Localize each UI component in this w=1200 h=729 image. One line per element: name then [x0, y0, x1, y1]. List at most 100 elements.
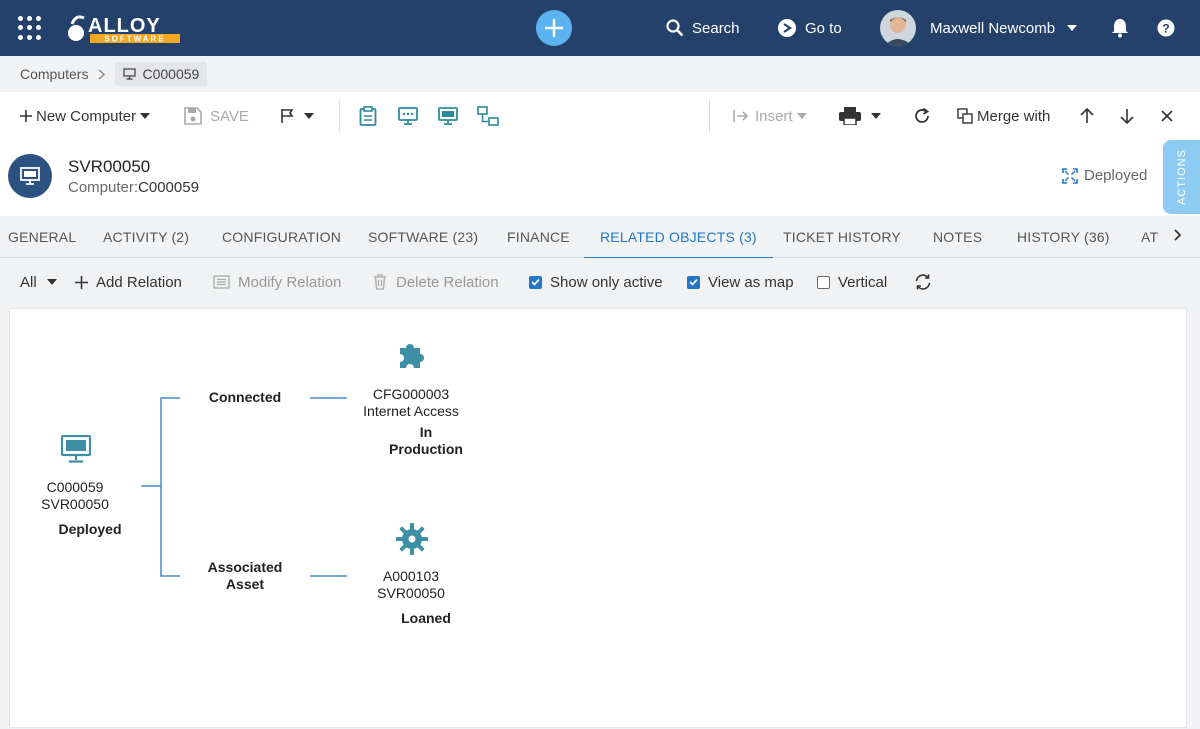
- tab-related-objects[interactable]: RELATED OBJECTS (3): [584, 216, 773, 259]
- record-title: SVR00050: [68, 157, 151, 176]
- modify-relation-label: Modify Relation: [238, 273, 342, 291]
- new-computer-button[interactable]: New Computer: [20, 92, 151, 140]
- logo-subtext: SOFTWARE: [104, 35, 165, 44]
- refresh-button[interactable]: [913, 92, 931, 140]
- record-type-label: Computer:: [68, 179, 139, 196]
- caret-down-icon: [304, 113, 314, 119]
- reload-map-button[interactable]: [914, 258, 932, 306]
- relation-type-line: Asset: [225, 576, 265, 592]
- alloy-logo[interactable]: ALLOY SOFTWARE: [66, 12, 182, 44]
- bell-icon: [1112, 19, 1128, 38]
- record-type-icon: [8, 154, 52, 198]
- relation-map-connectors: [141, 397, 347, 577]
- root-node-status: Deployed: [58, 521, 122, 537]
- show-only-active-label: Show only active: [550, 273, 663, 291]
- relation-type-line: Connected: [208, 389, 282, 405]
- quick-add-button[interactable]: [536, 10, 572, 46]
- asset-status: Loaned: [376, 610, 476, 627]
- new-computer-label: New Computer: [36, 107, 137, 125]
- clipboard-button[interactable]: [359, 92, 377, 140]
- relation-type-associated-asset: Associated Asset: [185, 559, 305, 593]
- filter-dropdown[interactable]: All: [20, 258, 57, 306]
- save-label: SAVE: [210, 107, 249, 125]
- goto-button[interactable]: Go to: [777, 0, 842, 56]
- modify-relation-button[interactable]: Modify Relation: [213, 258, 341, 306]
- record-toolbar: New Computer SAVE Insert Merge with: [0, 92, 1200, 140]
- show-only-active-checkbox[interactable]: Show only active: [529, 258, 663, 306]
- next-record-button[interactable]: [1120, 92, 1134, 140]
- search-button[interactable]: Search: [666, 0, 740, 56]
- insert-label: Insert: [755, 107, 793, 125]
- config-item-node-icon[interactable]: [396, 340, 426, 372]
- monitor-icon: [438, 107, 458, 125]
- insert-icon: [733, 110, 749, 122]
- tab-ticket-history[interactable]: TICKET HISTORY: [783, 216, 901, 258]
- close-button[interactable]: [1161, 92, 1173, 140]
- breadcrumb-root[interactable]: Computers: [20, 66, 88, 82]
- relation-map: C000059 SVR00050 Deployed Connected CFG0…: [9, 308, 1187, 728]
- asset-node-icon[interactable]: [395, 522, 429, 556]
- asset-node-label[interactable]: A000103 SVR00050: [356, 568, 466, 602]
- tab-configuration[interactable]: CONFIGURATION: [222, 216, 341, 258]
- merge-with-button[interactable]: Merge with: [957, 92, 1050, 140]
- add-relation-label: Add Relation: [96, 273, 182, 291]
- print-button[interactable]: [839, 92, 881, 140]
- remote-desktop-button[interactable]: [398, 92, 418, 140]
- relations-toolbar: All Add Relation Modify Relation Delete …: [0, 258, 1200, 306]
- flag-icon: [281, 109, 294, 123]
- list-icon: [213, 275, 230, 289]
- delete-relation-label: Delete Relation: [396, 273, 499, 291]
- tab-general[interactable]: GENERAL: [8, 216, 76, 258]
- monitor-button[interactable]: [438, 92, 458, 140]
- save-icon: [184, 107, 202, 125]
- status-label: Deployed: [1084, 167, 1148, 184]
- status-badge[interactable]: Deployed: [1062, 167, 1147, 184]
- vertical-checkbox[interactable]: Vertical: [817, 258, 887, 306]
- previous-record-button[interactable]: [1080, 92, 1094, 140]
- config-item-status-line: Production: [389, 441, 463, 457]
- save-button[interactable]: SAVE: [184, 92, 249, 140]
- delete-relation-button[interactable]: Delete Relation: [373, 258, 499, 306]
- config-item-name: Internet Access: [363, 403, 459, 419]
- merge-icon: [957, 108, 973, 124]
- sync-icon: [915, 274, 931, 290]
- notifications-button[interactable]: [1111, 0, 1137, 56]
- root-node-label[interactable]: C000059 SVR00050: [25, 479, 125, 513]
- breadcrumb-current-label: C000059: [142, 66, 200, 82]
- computer-icon: [123, 68, 137, 80]
- caret-down-icon: [796, 113, 807, 119]
- asset-status-line: Loaned: [401, 610, 451, 626]
- goto-label: Go to: [805, 19, 842, 37]
- tab-attachments[interactable]: AT: [1141, 216, 1158, 258]
- config-item-node-label[interactable]: CFG000003 Internet Access: [346, 386, 476, 420]
- checkbox-unchecked-icon: [817, 275, 830, 289]
- arrow-up-icon: [1080, 108, 1094, 123]
- help-button[interactable]: ?: [1157, 0, 1183, 56]
- apps-grid-icon[interactable]: [18, 16, 42, 40]
- tabs-scroll-right-icon[interactable]: [1172, 229, 1182, 241]
- flag-menu-button[interactable]: [280, 92, 314, 140]
- tab-finance[interactable]: FINANCE: [507, 216, 570, 258]
- refresh-icon: [915, 107, 930, 123]
- toolbar-divider: [339, 100, 340, 132]
- insert-button[interactable]: Insert: [733, 92, 807, 140]
- tab-software[interactable]: SOFTWARE (23): [368, 216, 478, 258]
- network-button[interactable]: [477, 92, 499, 140]
- asset-id: A000103: [382, 568, 440, 584]
- view-as-map-checkbox[interactable]: View as map: [687, 258, 794, 306]
- tab-activity[interactable]: ACTIVITY (2): [103, 216, 189, 258]
- root-node-icon[interactable]: [61, 435, 91, 463]
- view-as-map-label: View as map: [708, 273, 794, 291]
- tab-history[interactable]: HISTORY (36): [1017, 216, 1110, 258]
- puzzle-piece-icon: [400, 344, 424, 368]
- help-icon: ?: [1157, 19, 1175, 37]
- svg-text:?: ?: [1162, 22, 1169, 36]
- arrow-down-icon: [1120, 109, 1134, 124]
- actions-panel-tab[interactable]: ACTIONS: [1163, 140, 1200, 214]
- breadcrumb-current[interactable]: C000059: [115, 62, 208, 86]
- caret-down-icon: [871, 113, 881, 119]
- tab-notes[interactable]: NOTES: [933, 216, 982, 258]
- add-relation-button[interactable]: Add Relation: [75, 258, 182, 306]
- computer-icon: [20, 167, 40, 185]
- user-menu[interactable]: Maxwell Newcomb: [880, 0, 1078, 56]
